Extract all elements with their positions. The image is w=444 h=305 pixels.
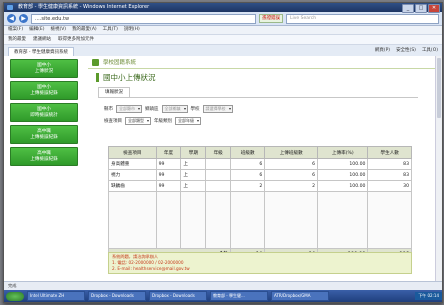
grade-select[interactable]: 全部年級: [175, 116, 201, 125]
back-button[interactable]: ◀: [7, 14, 16, 23]
sidebar-item-upload-status[interactable]: 國中小 上傳狀況: [10, 59, 78, 78]
taskbar-item[interactable]: ATR/Dropbox/GMA: [271, 291, 329, 301]
menu-tools[interactable]: 工具(T): [103, 26, 118, 34]
sidebar: 國中小 上傳狀況 國中小 上傳檢誤紀錄 國中小 即時檢誤統計 高中職 上傳檢誤紀…: [4, 56, 84, 281]
menu-favorites[interactable]: 我的最愛(A): [72, 26, 97, 34]
suggested-sites-link[interactable]: 建議網站: [33, 35, 51, 44]
township-label: 鄉鎮區: [145, 106, 159, 112]
sidebar-item-upload-errors[interactable]: 國中小 上傳檢誤紀錄: [10, 81, 78, 100]
contact-info-box: 系統問題，請洽詢承辦人 1. 電話: 02-2000000 / 02-20000…: [108, 252, 412, 274]
taskbar-item[interactable]: Dropbox - Downloads: [149, 291, 207, 301]
taskbar-item[interactable]: Intel Ultimate ZH: [27, 291, 85, 301]
grade-label: 年級類別: [154, 118, 172, 124]
favorites-bar: 我的最愛 建議網站 取得更多附加元件: [4, 35, 442, 45]
url-field[interactable]: ....site.edu.tw: [31, 13, 256, 24]
leaf-icon: [92, 58, 99, 66]
safety-menu[interactable]: 安全性(S): [396, 47, 416, 55]
title-bar: 教育部 - 學生健康資訊系統 - Windows Internet Explor…: [4, 3, 442, 13]
check-item-label: 檢查項目: [104, 118, 122, 124]
browser-window: 教育部 - 學生健康資訊系統 - Windows Internet Explor…: [3, 2, 443, 303]
table-empty-area: [108, 191, 412, 249]
check-item-select[interactable]: 全部類型: [125, 116, 151, 125]
tab-fill-status[interactable]: 填報狀況: [98, 87, 130, 97]
page-content: 國中小 上傳狀況 國中小 上傳檢誤紀錄 國中小 即時檢誤統計 高中職 上傳檢誤紀…: [4, 56, 442, 281]
col-students: 學生人數: [367, 146, 412, 159]
certificate-error-badge[interactable]: 憑證錯誤: [259, 14, 283, 23]
search-input[interactable]: Live Search: [286, 13, 439, 24]
col-check-item: 檢查項目: [108, 146, 157, 159]
page-menu[interactable]: 網頁(P): [375, 47, 390, 55]
sidebar-item-error-stats[interactable]: 國中小 即時檢誤統計: [10, 103, 78, 122]
scrollbar-thumb[interactable]: [437, 58, 441, 118]
filter-row-type: 檢查項目 全部類型 年級類別 全部年級: [104, 116, 438, 125]
col-classes: 班級數: [230, 146, 266, 159]
menu-help[interactable]: 說明(H): [124, 26, 140, 34]
col-uploaded-classes: 上傳班級數: [264, 146, 319, 159]
sidebar-item-highschool-errors[interactable]: 高中職 上傳檢誤紀錄: [10, 125, 78, 144]
ie-logo-icon: [7, 5, 13, 10]
table-row: 身高體重 99 上 6 6 100.00 83: [108, 158, 412, 170]
sidebar-item-highschool-records[interactable]: 高中職 上傳檢誤紀錄: [10, 147, 78, 166]
window-controls: _ □ ✕: [402, 4, 440, 13]
title-marker-icon: [96, 72, 99, 82]
main-panel: 學校固籍系統 國中小上傳狀況 填報狀況 縣市 全部縣市 鄉鎮區 全部鄉鎮 學校 …: [88, 56, 438, 281]
col-semester: 學期: [180, 146, 207, 159]
table-header-row: 檢查項目 年度 學期 年級 班級數 上傳班級數 上傳率(%) 學生人數: [108, 146, 412, 159]
school-select[interactable]: 請選擇學校: [202, 104, 233, 113]
window-title: 教育部 - 學生健康資訊系統 - Windows Internet Explor…: [18, 4, 150, 10]
system-clock: 下午 02:14: [415, 292, 442, 300]
address-bar: ◀ ▶ ....site.edu.tw 憑證錯誤 Live Search: [4, 12, 442, 26]
taskbar-item[interactable]: 教育部 - 學生健...: [210, 291, 268, 301]
filter-panel: 縣市 全部縣市 鄉鎮區 全部鄉鎮 學校 請選擇學校 檢查項目 全部類型 年級類別…: [104, 104, 438, 125]
status-bar: 完成: [4, 281, 442, 290]
menu-file[interactable]: 檔案(F): [8, 26, 23, 34]
favorites-link[interactable]: 我的最愛: [8, 35, 26, 44]
menu-bar: 檔案(F) 編輯(E) 檢視(V) 我的最愛(A) 工具(T) 說明(H): [4, 26, 442, 35]
upload-status-table: 檢查項目 年度 學期 年級 班級數 上傳班級數 上傳率(%) 學生人數 身高體重…: [107, 146, 412, 260]
contact-email: 2. E-mail: healthservice@mail.gov.tw: [112, 266, 190, 271]
forward-button[interactable]: ▶: [19, 14, 28, 23]
col-upload-rate: 上傳率(%): [317, 146, 369, 159]
county-select[interactable]: 全部縣市: [116, 104, 142, 113]
table-row: 缺齲齒 99 上 2 2 100.00 30: [108, 180, 412, 192]
taskbar: Intel Ultimate ZH Dropbox - Downloads Dr…: [4, 290, 442, 302]
maximize-button[interactable]: □: [415, 4, 427, 13]
tools-menu[interactable]: 工具(O): [422, 47, 438, 55]
sub-tab-bar: 填報狀況: [98, 85, 418, 98]
col-grade: 年級: [205, 146, 232, 159]
system-title: 學校固籍系統: [103, 60, 137, 66]
close-button[interactable]: ✕: [428, 4, 440, 13]
start-button[interactable]: [6, 291, 24, 301]
command-bar: 網頁(P) 安全性(S) 工具(O): [375, 47, 438, 55]
minimize-button[interactable]: _: [402, 4, 414, 13]
menu-view[interactable]: 檢視(V): [50, 26, 66, 34]
filter-row-location: 縣市 全部縣市 鄉鎮區 全部鄉鎮 學校 請選擇學校: [104, 104, 438, 113]
table-row: 視力 99 上 6 6 100.00 83: [108, 169, 412, 181]
addons-link[interactable]: 取得更多附加元件: [58, 35, 94, 44]
col-year: 年度: [155, 146, 182, 159]
page-title: 國中小上傳狀況: [103, 72, 156, 82]
township-select[interactable]: 全部鄉鎮: [161, 104, 188, 113]
system-header: 學校固籍系統: [88, 56, 438, 69]
school-label: 學校: [190, 106, 200, 112]
menu-edit[interactable]: 編輯(E): [29, 26, 44, 34]
vertical-scrollbar[interactable]: [435, 56, 442, 281]
page-header: 國中小上傳狀況: [88, 69, 438, 85]
taskbar-item[interactable]: Dropbox - Downloads: [88, 291, 146, 301]
county-label: 縣市: [104, 106, 113, 112]
